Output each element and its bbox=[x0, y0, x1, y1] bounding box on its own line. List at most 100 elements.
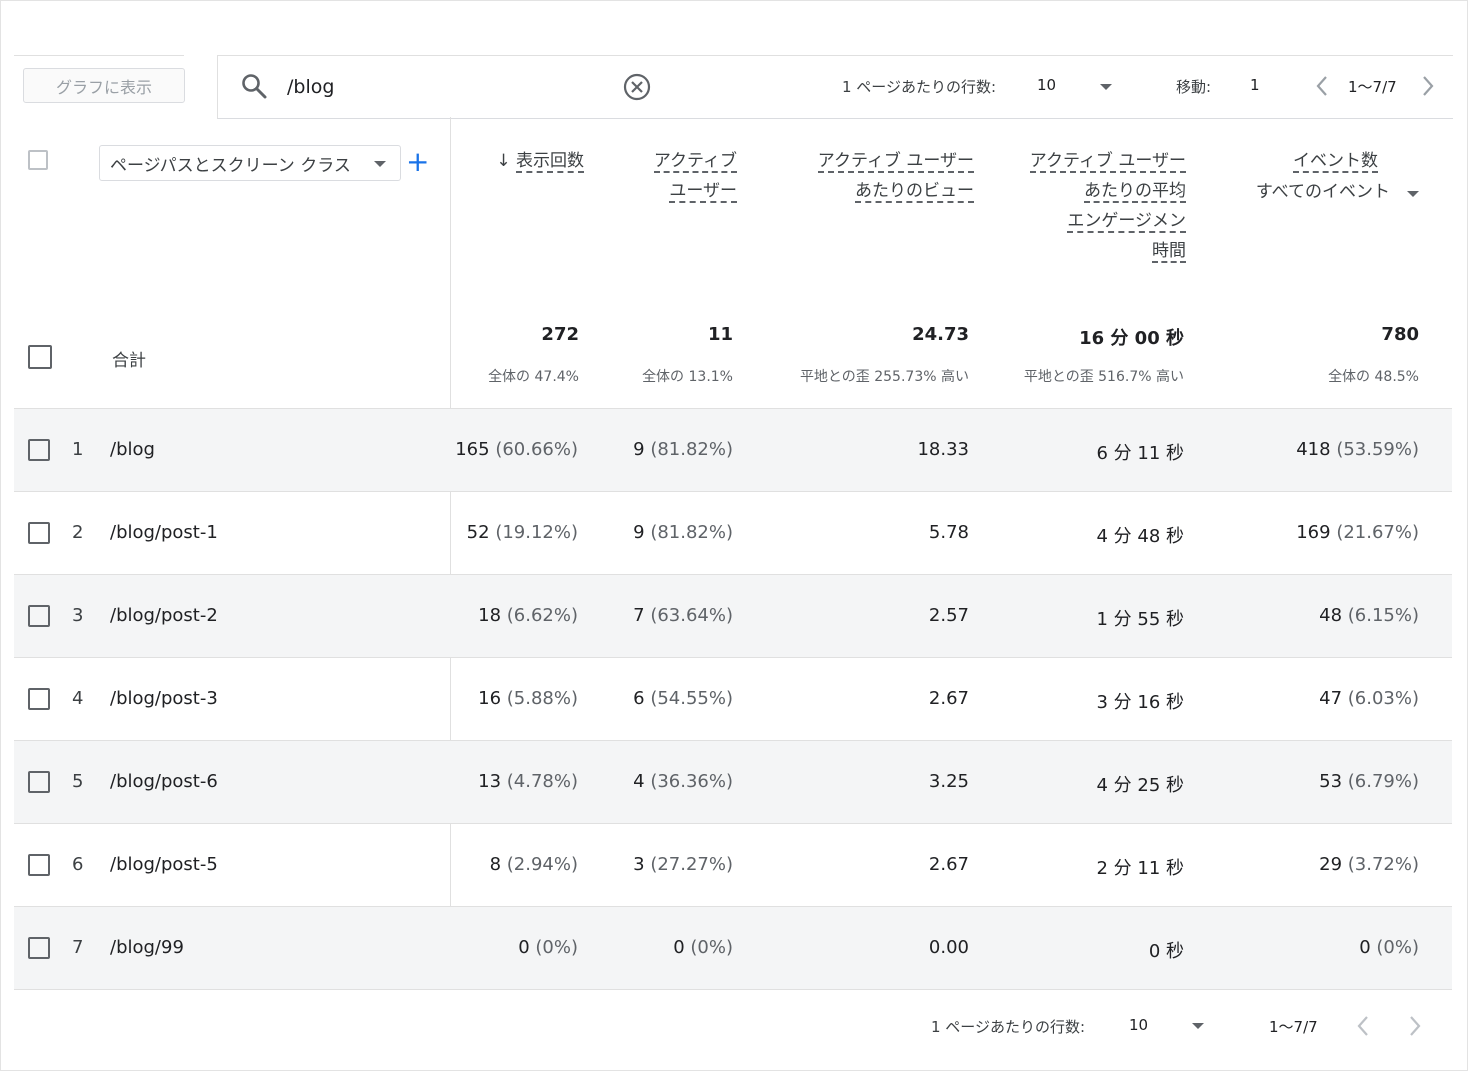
chevron-down-icon[interactable] bbox=[1192, 1023, 1204, 1029]
rows-per-page-select[interactable]: 10 bbox=[1037, 76, 1056, 94]
cell-views-per-user: 5.78 bbox=[800, 522, 969, 543]
sort-down-icon: ↓ bbox=[496, 151, 511, 171]
cell-avg-engagement: 1 分 55 秒 bbox=[1000, 605, 1184, 631]
clear-search-icon[interactable] bbox=[622, 72, 652, 102]
cell-events-value: 48 bbox=[1319, 605, 1343, 626]
col-label: あたりのビュー bbox=[855, 181, 974, 203]
row-page-path[interactable]: /blog/post-5 bbox=[110, 854, 218, 875]
table-row[interactable] bbox=[14, 575, 1452, 658]
col-avg-engagement[interactable]: アクティブ ユーザー あたりの平均 エンゲージメン 時間 bbox=[990, 146, 1186, 266]
cell-events-value: 0 bbox=[1359, 937, 1371, 958]
row-checkbox[interactable] bbox=[28, 854, 50, 876]
col-label: アクティブ ユーザー bbox=[1029, 151, 1186, 173]
row-checkbox[interactable] bbox=[28, 605, 50, 627]
cell-events-percent: (0%) bbox=[1376, 937, 1419, 958]
col-event-count[interactable]: イベント数 bbox=[1210, 146, 1378, 176]
total-avg-engagement-sub: 平地との歪 516.7% 高い bbox=[1023, 369, 1184, 385]
table-row[interactable] bbox=[14, 741, 1452, 824]
cell-events-percent: (6.79%) bbox=[1347, 771, 1419, 792]
header-checkbox[interactable] bbox=[28, 150, 48, 170]
cell-views: 165 (60.66%) bbox=[440, 439, 578, 460]
divider bbox=[14, 989, 1452, 990]
cell-avg-engagement: 0 秒 bbox=[1000, 937, 1184, 963]
row-page-path[interactable]: /blog bbox=[110, 439, 155, 460]
col-views-per-user[interactable]: アクティブ ユーザー あたりのビュー bbox=[760, 146, 974, 206]
cell-active-users-value: 6 bbox=[633, 688, 645, 709]
chevron-right-icon[interactable] bbox=[1418, 73, 1438, 99]
event-filter-select[interactable]: すべてのイベント bbox=[1230, 177, 1390, 207]
col-active-users[interactable]: アクティブ ユーザー bbox=[600, 146, 737, 206]
row-page-path[interactable]: /blog/post-3 bbox=[110, 688, 218, 709]
row-page-path[interactable]: /blog/99 bbox=[110, 937, 184, 958]
cell-active-users-value: 7 bbox=[633, 605, 645, 626]
cell-views-per-user-value: 3.25 bbox=[928, 771, 969, 792]
table-row[interactable] bbox=[14, 907, 1452, 990]
divider bbox=[14, 55, 184, 56]
cell-views-per-user: 2.67 bbox=[800, 854, 969, 875]
search-icon bbox=[242, 74, 267, 99]
total-active-users: 11 bbox=[707, 324, 733, 345]
row-checkbox[interactable] bbox=[28, 439, 50, 461]
cell-views-percent: (5.88%) bbox=[506, 688, 578, 709]
goto-page-input[interactable]: 1 bbox=[1250, 76, 1260, 94]
totals-label: 合計 bbox=[112, 351, 146, 371]
chevron-down-icon[interactable] bbox=[1407, 191, 1419, 197]
row-page-path[interactable]: /blog/post-2 bbox=[110, 605, 218, 626]
total-views-per-user: 24.73 bbox=[912, 324, 969, 345]
cell-avg-engagement-value: 4 分 48 秒 bbox=[1096, 526, 1184, 547]
cell-views-value: 0 bbox=[518, 937, 530, 958]
cell-active-users: 9 (81.82%) bbox=[600, 439, 733, 460]
col-views[interactable]: ↓ 表示回数 bbox=[470, 146, 584, 176]
chevron-right-icon[interactable] bbox=[1405, 1013, 1425, 1039]
cell-avg-engagement: 3 分 16 秒 bbox=[1000, 688, 1184, 714]
add-dimension-button[interactable]: + bbox=[406, 148, 429, 176]
table-row[interactable] bbox=[14, 409, 1452, 492]
row-page-path[interactable]: /blog/post-6 bbox=[110, 771, 218, 792]
cell-active-users-value: 9 bbox=[633, 439, 645, 460]
chevron-left-icon[interactable] bbox=[1312, 73, 1332, 99]
rows-per-page-label: 1 ページあたりの行数: bbox=[842, 78, 997, 96]
cell-views: 16 (5.88%) bbox=[440, 688, 578, 709]
totals-checkbox[interactable] bbox=[28, 345, 52, 369]
search-input[interactable]: /blog bbox=[287, 76, 334, 98]
cell-views-per-user: 3.25 bbox=[800, 771, 969, 792]
cell-views-value: 13 bbox=[478, 771, 502, 792]
chevron-down-icon[interactable] bbox=[1100, 84, 1112, 90]
table-row[interactable] bbox=[14, 492, 1452, 575]
total-active-users-sub: 全体の 13.1% bbox=[642, 369, 733, 385]
cell-events-value: 53 bbox=[1319, 771, 1343, 792]
cell-views-per-user: 2.57 bbox=[800, 605, 969, 626]
dimension-select[interactable]: ページパスとスクリーン クラス bbox=[99, 145, 401, 181]
cell-events: 48 (6.15%) bbox=[1250, 605, 1419, 626]
row-page-path[interactable]: /blog/post-1 bbox=[110, 522, 218, 543]
cell-views-value: 18 bbox=[478, 605, 502, 626]
cell-views: 8 (2.94%) bbox=[440, 854, 578, 875]
cell-events-value: 169 bbox=[1296, 522, 1331, 543]
col-label: エンゲージメン bbox=[1067, 211, 1186, 233]
row-checkbox[interactable] bbox=[28, 688, 50, 710]
cell-active-users-percent: (36.36%) bbox=[650, 771, 733, 792]
col-label: あたりの平均 bbox=[1084, 181, 1186, 203]
chevron-left-icon[interactable] bbox=[1353, 1013, 1373, 1039]
cell-avg-engagement: 4 分 25 秒 bbox=[1000, 771, 1184, 797]
total-views-sub: 全体の 47.4% bbox=[488, 369, 579, 385]
cell-active-users-value: 4 bbox=[633, 771, 645, 792]
cell-active-users-percent: (81.82%) bbox=[650, 439, 733, 460]
col-label: アクティブ ユーザー bbox=[817, 151, 974, 173]
cell-active-users: 7 (63.64%) bbox=[600, 605, 733, 626]
cell-views-percent: (19.12%) bbox=[495, 522, 578, 543]
cell-events: 29 (3.72%) bbox=[1250, 854, 1419, 875]
row-checkbox[interactable] bbox=[28, 937, 50, 959]
row-checkbox[interactable] bbox=[28, 771, 50, 793]
cell-events-percent: (6.15%) bbox=[1347, 605, 1419, 626]
cell-views: 13 (4.78%) bbox=[440, 771, 578, 792]
cell-avg-engagement-value: 1 分 55 秒 bbox=[1096, 609, 1184, 630]
row-index: 6 bbox=[72, 854, 84, 875]
event-filter-label: すべてのイベント bbox=[1255, 182, 1390, 202]
show-in-graph-button[interactable]: グラフに表示 bbox=[23, 68, 185, 103]
footer-rows-per-page-select[interactable]: 10 bbox=[1129, 1016, 1148, 1034]
table-row[interactable] bbox=[14, 658, 1452, 741]
cell-events: 53 (6.79%) bbox=[1250, 771, 1419, 792]
table-row[interactable] bbox=[14, 824, 1452, 907]
row-checkbox[interactable] bbox=[28, 522, 50, 544]
